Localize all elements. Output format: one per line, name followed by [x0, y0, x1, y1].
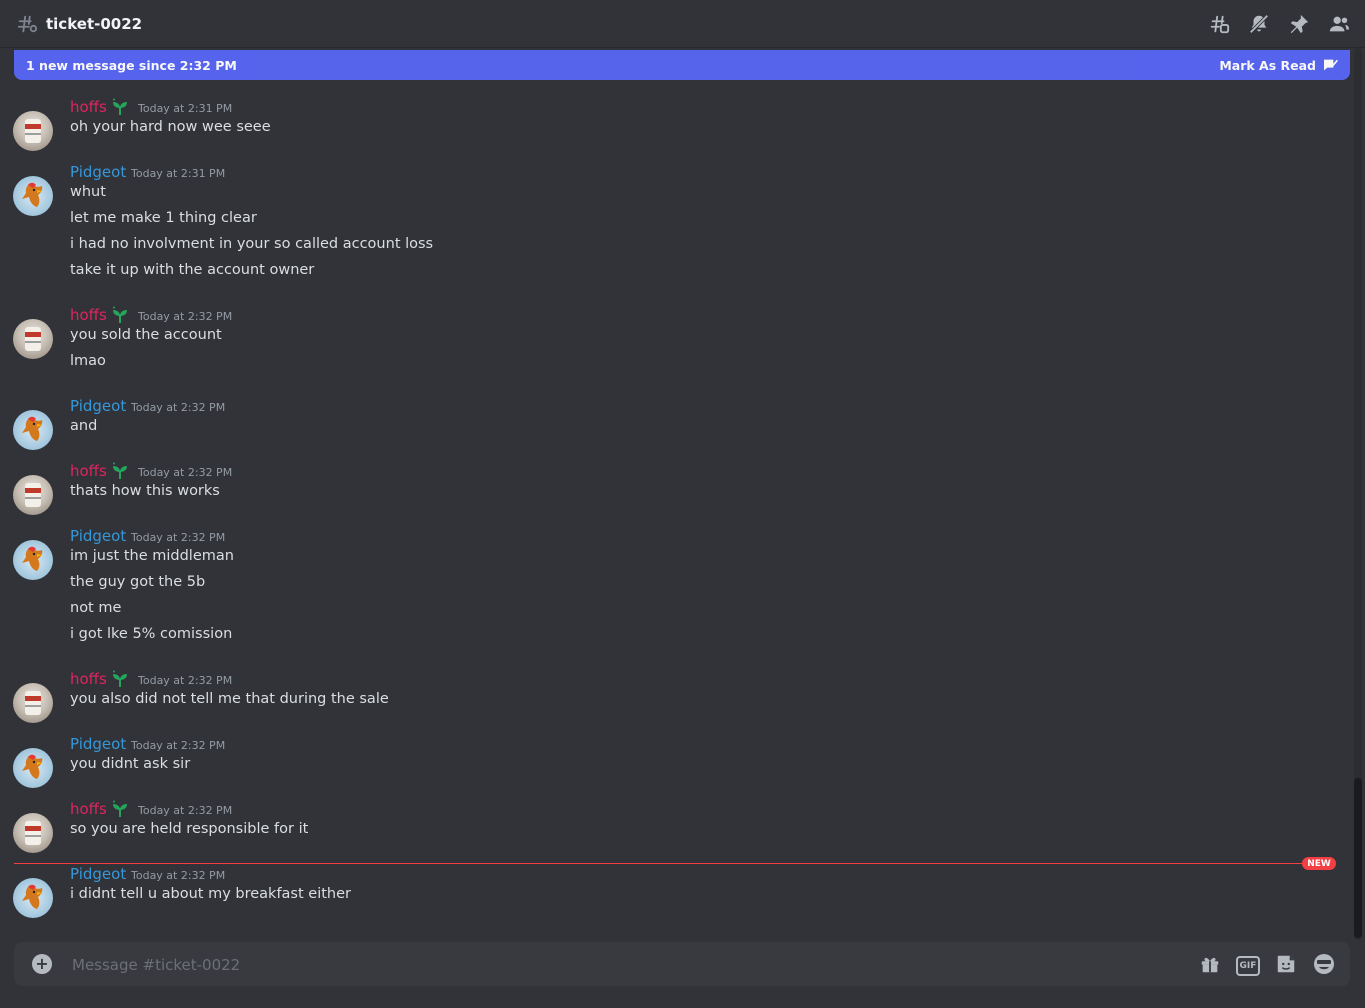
- message-timestamp[interactable]: Today at 2:31 PM: [138, 102, 232, 115]
- avatar[interactable]: [13, 410, 53, 450]
- add-attachment-button[interactable]: +: [32, 954, 52, 974]
- message-timestamp[interactable]: Today at 2:32 PM: [138, 674, 232, 687]
- scrollbar-thumb[interactable]: [1354, 778, 1362, 938]
- message-timestamp[interactable]: Today at 2:32 PM: [138, 466, 232, 479]
- message-author[interactable]: Pidgeot: [70, 527, 126, 545]
- message-author[interactable]: Pidgeot: [70, 735, 126, 753]
- message-text: thats how this works: [70, 483, 220, 499]
- message-author[interactable]: hoffs: [70, 306, 107, 324]
- new-messages-bar[interactable]: 1 new message since 2:32 PM Mark As Read: [14, 50, 1350, 80]
- avatar[interactable]: [13, 176, 53, 216]
- message-author[interactable]: hoffs: [70, 462, 107, 480]
- threads-icon[interactable]: [1207, 12, 1231, 36]
- message-text: you also did not tell me that during the…: [70, 691, 389, 707]
- message-text: and: [70, 418, 98, 434]
- message-timestamp[interactable]: Today at 2:32 PM: [131, 531, 225, 544]
- gif-label: GIF: [1236, 955, 1260, 976]
- avatar[interactable]: [13, 319, 53, 359]
- sprout-badge-icon[interactable]: [110, 306, 130, 324]
- channel-name: ticket-0022: [46, 14, 143, 33]
- message-text: i got lke 5% comission: [70, 626, 233, 642]
- message-text: not me: [70, 600, 122, 616]
- message-text: whut: [70, 184, 106, 200]
- avatar[interactable]: [13, 540, 53, 580]
- message-text: the guy got the 5b: [70, 574, 206, 590]
- message-list: hoffs Today at 2:31 PM oh your hard now we…: [0, 80, 1352, 940]
- sprout-badge-icon[interactable]: [110, 462, 130, 480]
- pin-icon[interactable]: [1287, 12, 1311, 36]
- message-author[interactable]: hoffs: [70, 670, 107, 688]
- gif-icon[interactable]: GIF: [1236, 952, 1260, 976]
- threaded-channel-icon: [16, 13, 38, 35]
- message-text: let me make 1 thing clear: [70, 210, 257, 226]
- message-text: i had no involvment in your so called ac…: [70, 236, 434, 252]
- message-text: so you are held responsible for it: [70, 821, 309, 837]
- avatar[interactable]: [13, 813, 53, 853]
- new-messages-divider: [14, 863, 1304, 864]
- gift-icon[interactable]: [1198, 952, 1222, 976]
- sticker-icon[interactable]: [1274, 952, 1298, 976]
- message-timestamp[interactable]: Today at 2:31 PM: [131, 167, 225, 180]
- message-input[interactable]: [70, 952, 1174, 978]
- avatar[interactable]: [13, 878, 53, 918]
- message-author[interactable]: Pidgeot: [70, 397, 126, 415]
- message-author[interactable]: Pidgeot: [70, 163, 126, 181]
- new-badge: NEW: [1302, 857, 1336, 870]
- avatar[interactable]: [13, 748, 53, 788]
- message-text: im just the middleman: [70, 548, 234, 564]
- avatar[interactable]: [13, 111, 53, 151]
- message-timestamp[interactable]: Today at 2:32 PM: [138, 804, 232, 817]
- message-author[interactable]: hoffs: [70, 98, 107, 116]
- mark-as-read-button[interactable]: Mark As Read: [1219, 57, 1338, 73]
- message-text: you didnt ask sir: [70, 756, 191, 772]
- message-text: i didnt tell u about my breakfast either: [70, 886, 351, 902]
- mute-icon[interactable]: [1247, 12, 1271, 36]
- mark-as-read-label: Mark As Read: [1219, 57, 1316, 73]
- mark-read-icon: [1324, 59, 1338, 71]
- message-author[interactable]: Pidgeot: [70, 865, 126, 883]
- message-timestamp[interactable]: Today at 2:32 PM: [138, 310, 232, 323]
- sprout-badge-icon[interactable]: [110, 98, 130, 116]
- message-timestamp[interactable]: Today at 2:32 PM: [131, 401, 225, 414]
- sprout-badge-icon[interactable]: [110, 800, 130, 818]
- message-text: you sold the account: [70, 327, 222, 343]
- message-text: take it up with the account owner: [70, 262, 315, 278]
- avatar[interactable]: [13, 683, 53, 723]
- message-timestamp[interactable]: Today at 2:32 PM: [131, 739, 225, 752]
- members-icon[interactable]: [1327, 12, 1351, 36]
- message-text: oh your hard now wee seee: [70, 119, 271, 135]
- channel-header: ticket-0022: [0, 0, 1365, 48]
- message-timestamp[interactable]: Today at 2:32 PM: [131, 869, 225, 882]
- sprout-badge-icon[interactable]: [110, 670, 130, 688]
- message-composer: + GIF: [14, 942, 1350, 986]
- new-messages-text: 1 new message since 2:32 PM: [26, 57, 237, 73]
- message-author[interactable]: hoffs: [70, 800, 107, 818]
- emoji-icon[interactable]: [1312, 952, 1336, 976]
- avatar[interactable]: [13, 475, 53, 515]
- message-text: lmao: [70, 353, 106, 369]
